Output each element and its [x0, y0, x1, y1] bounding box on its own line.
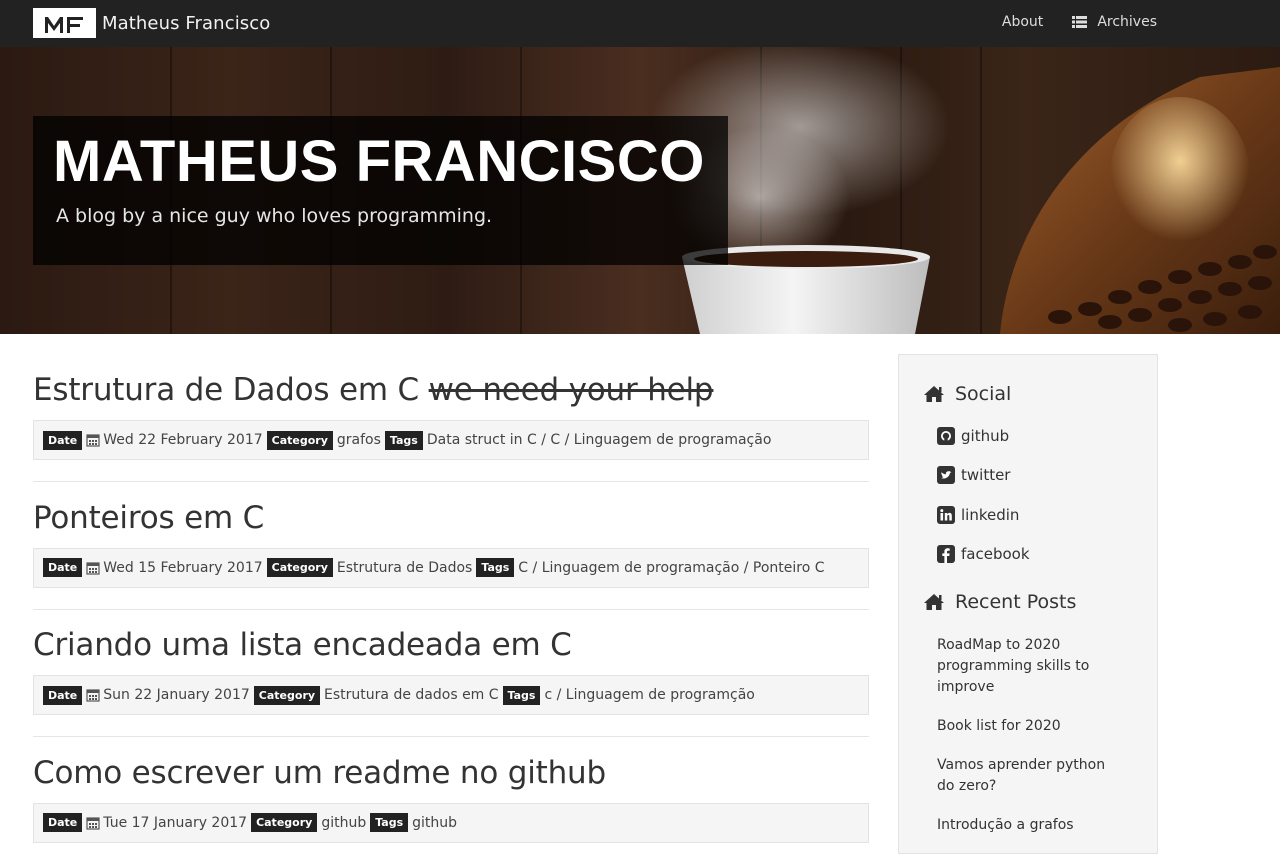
hero-subtitle: A blog by a nice guy who loves programmi… — [56, 205, 492, 227]
date-label: Date — [43, 813, 82, 832]
post-category-link[interactable]: github — [321, 815, 366, 831]
category-label: Category — [254, 686, 320, 705]
calendar-icon — [86, 433, 100, 447]
facebook-icon — [937, 545, 955, 563]
sidebar: Social github twitter linkedin facebook … — [898, 354, 1158, 854]
recent-post-link[interactable]: Vamos aprender python do zero? — [937, 755, 1122, 797]
nav-archives-link[interactable]: Archives — [1072, 14, 1157, 30]
post-meta: Date Sun 22 January 2017 Category Estrut… — [33, 675, 869, 715]
post-title-link[interactable]: Criando uma lista encadeada em C — [33, 627, 572, 663]
nav-about-link[interactable]: About — [1002, 14, 1043, 30]
category-label: Category — [267, 558, 333, 577]
social-label: linkedin — [961, 506, 1019, 524]
tags-label: Tags — [476, 558, 514, 577]
category-label: Category — [267, 431, 333, 450]
post-date: Sun 22 January 2017 — [103, 687, 250, 703]
date-label: Date — [43, 558, 82, 577]
brand-link[interactable]: Matheus Francisco — [33, 8, 270, 38]
post-item: Ponteiros em C Date Wed 15 February 2017… — [33, 482, 869, 610]
post-category-link[interactable]: grafos — [337, 432, 381, 448]
calendar-icon — [86, 816, 100, 830]
tags-label: Tags — [385, 431, 423, 450]
post-category-link[interactable]: Estrutura de dados em C — [324, 687, 499, 703]
social-label: twitter — [961, 466, 1010, 484]
social-heading-label: Social — [955, 383, 1011, 405]
post-title-text: Como escrever um readme no github — [33, 755, 606, 791]
post-tags[interactable]: Data struct in C / C / Linguagem de prog… — [427, 432, 772, 448]
post-date: Tue 17 January 2017 — [103, 815, 247, 831]
post-title-link[interactable]: Estrutura de Dados em C we need your hel… — [33, 372, 713, 408]
post-tags[interactable]: C / Linguagem de programação / Ponteiro … — [518, 560, 824, 576]
hero-title: MATHEUS FRANCISCO — [53, 128, 705, 195]
linkedin-icon — [937, 506, 955, 524]
post-item: Estrutura de Dados em C we need your hel… — [33, 354, 869, 482]
post-title-strike: we need your help — [429, 372, 714, 408]
list-icon — [1072, 16, 1087, 28]
post-item: Criando uma lista encadeada em C Date Su… — [33, 609, 869, 737]
post-meta: Date Wed 15 February 2017 Category Estru… — [33, 548, 869, 588]
post-meta: Date Wed 22 February 2017 Category grafo… — [33, 420, 869, 460]
brand-name: Matheus Francisco — [102, 13, 270, 34]
nav-links: About Archives — [1002, 14, 1157, 30]
social-heading: Social — [923, 383, 1011, 405]
recent-post-link[interactable]: RoadMap to 2020 programming skills to im… — [937, 635, 1122, 698]
social-link-twitter[interactable]: twitter — [937, 466, 1010, 484]
recent-posts-heading: Recent Posts — [923, 591, 1076, 613]
post-meta: Date Tue 17 January 2017 Category github… — [33, 803, 869, 843]
post-title-text: Ponteiros em C — [33, 500, 264, 536]
home-icon — [923, 593, 945, 611]
hero-banner: MATHEUS FRANCISCO A blog by a nice guy w… — [0, 47, 1280, 334]
calendar-icon — [86, 561, 100, 575]
post-tags[interactable]: github — [412, 815, 457, 831]
social-label: github — [961, 427, 1009, 445]
post-tags[interactable]: c / Linguagem de programção — [544, 687, 754, 703]
social-label: facebook — [961, 545, 1030, 563]
post-date: Wed 15 February 2017 — [103, 560, 262, 576]
category-label: Category — [251, 813, 317, 832]
post-title-text: Estrutura de Dados em C — [33, 372, 419, 408]
recent-post-link[interactable]: Introdução a grafos — [937, 815, 1122, 836]
social-link-facebook[interactable]: facebook — [937, 545, 1030, 563]
social-link-github[interactable]: github — [937, 427, 1009, 445]
post-item: Como escrever um readme no github Date T… — [33, 737, 869, 864]
recent-post-link[interactable]: Book list for 2020 — [937, 716, 1122, 737]
social-link-linkedin[interactable]: linkedin — [937, 506, 1019, 524]
date-label: Date — [43, 686, 82, 705]
post-title-text: Criando uma lista encadeada em C — [33, 627, 572, 663]
tags-label: Tags — [503, 686, 541, 705]
hero-title-box: MATHEUS FRANCISCO A blog by a nice guy w… — [33, 116, 728, 265]
post-title-link[interactable]: Como escrever um readme no github — [33, 755, 606, 791]
nav-about-label: About — [1002, 14, 1043, 30]
date-label: Date — [43, 431, 82, 450]
navbar: Matheus Francisco About Archives — [0, 0, 1280, 47]
nav-archives-label: Archives — [1097, 14, 1157, 30]
post-title-link[interactable]: Ponteiros em C — [33, 500, 264, 536]
recent-posts-heading-label: Recent Posts — [955, 591, 1076, 613]
tags-label: Tags — [370, 813, 408, 832]
brand-logo — [33, 8, 96, 38]
post-category-link[interactable]: Estrutura de Dados — [337, 560, 472, 576]
calendar-icon — [86, 688, 100, 702]
home-icon — [923, 385, 945, 403]
twitter-icon — [937, 466, 955, 484]
github-icon — [937, 427, 955, 445]
post-date: Wed 22 February 2017 — [103, 432, 262, 448]
post-list: Estrutura de Dados em C we need your hel… — [33, 354, 869, 864]
